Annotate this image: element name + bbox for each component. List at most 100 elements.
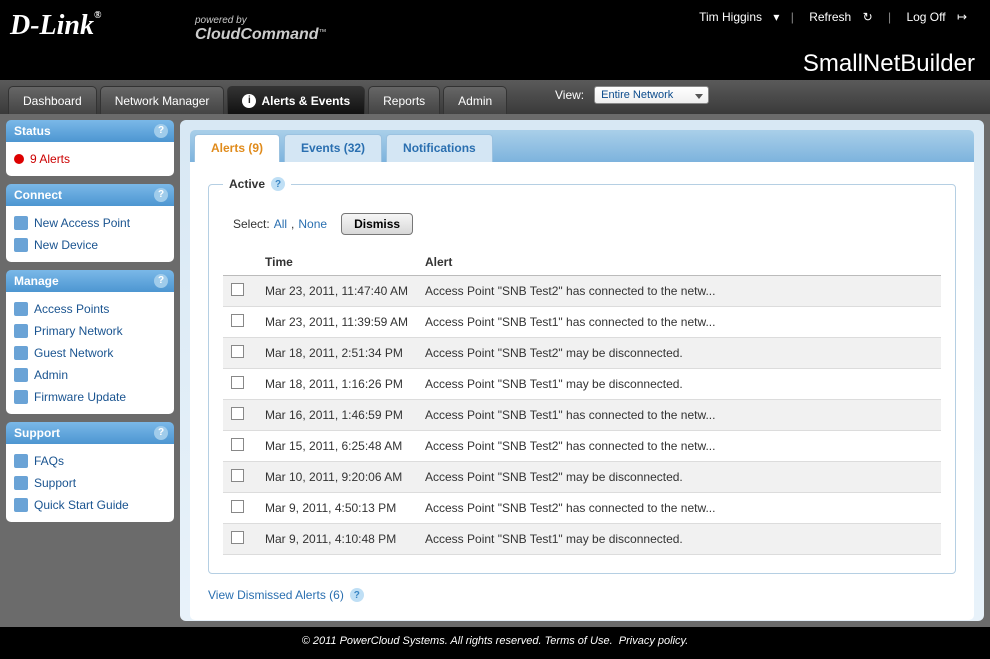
refresh-link[interactable]: Refresh ↻ [805,10,876,24]
col-checkbox [223,249,257,276]
sidebar-alerts-link[interactable]: 9 Alerts [10,148,170,170]
logoff-link[interactable]: Log Off ↦ [902,10,971,24]
footer-privacy[interactable]: Privacy policy [619,635,685,647]
user-icon [14,368,28,382]
manage-panel: Manage? Access Points Primary Network Gu… [6,270,174,414]
tab-notifications[interactable]: Notifications [386,134,493,162]
table-row[interactable]: Mar 15, 2011, 6:25:48 AMAccess Point "SN… [223,431,941,462]
dropdown-icon[interactable]: ▾ [773,10,779,24]
tab-events[interactable]: Events (32) [284,134,382,162]
sidebar-support-link[interactable]: Support [10,472,170,494]
sidebar-faqs[interactable]: FAQs [10,450,170,472]
view-select[interactable]: Entire Network [594,86,709,104]
table-row[interactable]: Mar 23, 2011, 11:39:59 AMAccess Point "S… [223,307,941,338]
cloud-command-logo: powered by CloudCommand™ [195,15,327,44]
help-icon[interactable]: ? [154,274,168,288]
content-tabs: Alerts (9) Events (32) Notifications [190,130,974,162]
row-checkbox[interactable] [231,531,244,544]
row-alert: Access Point "SNB Test2" may be disconne… [417,338,941,369]
footer: © 2011 PowerCloud Systems. All rights re… [0,627,990,659]
sidebar: Status? 9 Alerts Connect? New Access Poi… [6,120,174,621]
table-row[interactable]: Mar 10, 2011, 9:20:06 AMAccess Point "SN… [223,462,941,493]
help-icon[interactable]: ? [271,177,285,191]
connect-panel: Connect? New Access Point New Device [6,184,174,262]
row-checkbox[interactable] [231,469,244,482]
row-checkbox[interactable] [231,376,244,389]
status-panel: Status? 9 Alerts [6,120,174,176]
nav-tab-dashboard[interactable]: Dashboard [8,86,97,114]
row-alert: Access Point "SNB Test1" has connected t… [417,400,941,431]
content-panel: Alerts (9) Events (32) Notifications Act… [180,120,984,621]
row-checkbox[interactable] [231,500,244,513]
network-icon [14,324,28,338]
sidebar-quick-start[interactable]: Quick Start Guide [10,494,170,516]
row-time: Mar 23, 2011, 11:47:40 AM [257,276,417,307]
logoff-icon: ↦ [957,10,967,24]
table-row[interactable]: Mar 9, 2011, 4:10:48 PMAccess Point "SNB… [223,524,941,555]
select-all-link[interactable]: All [274,217,287,231]
row-time: Mar 16, 2011, 1:46:59 PM [257,400,417,431]
device-icon [14,238,28,252]
main-area: Status? 9 Alerts Connect? New Access Poi… [0,114,990,627]
sidebar-primary-network[interactable]: Primary Network [10,320,170,342]
table-row[interactable]: Mar 18, 2011, 1:16:26 PMAccess Point "SN… [223,369,941,400]
row-time: Mar 9, 2011, 4:10:48 PM [257,524,417,555]
help-icon[interactable]: ? [154,426,168,440]
connect-title: Connect [14,188,62,202]
nav-tab-reports[interactable]: Reports [368,86,440,114]
help-icon[interactable]: ? [350,588,364,602]
nav-tab-admin[interactable]: Admin [443,86,507,114]
sidebar-access-points[interactable]: Access Points [10,298,170,320]
footer-terms[interactable]: Terms of Use [545,635,610,647]
alerts-table: Time Alert Mar 23, 2011, 11:47:40 AMAcce… [223,249,941,555]
network-title: SmallNetBuilder [803,50,975,78]
row-checkbox[interactable] [231,314,244,327]
nav-tab-network-manager[interactable]: Network Manager [100,86,225,114]
row-alert: Access Point "SNB Test1" may be disconne… [417,369,941,400]
row-time: Mar 18, 2011, 2:51:34 PM [257,338,417,369]
help-icon[interactable]: ? [154,188,168,202]
row-checkbox[interactable] [231,438,244,451]
view-dismissed-link[interactable]: View Dismissed Alerts (6) ? [208,588,364,602]
footer-copyright: © 2011 PowerCloud Systems. All rights re… [302,635,542,647]
sidebar-firmware-update[interactable]: Firmware Update [10,386,170,408]
gear-icon [14,346,28,360]
view-label: View: [555,88,584,102]
info-icon: i [242,94,256,108]
sidebar-new-access-point[interactable]: New Access Point [10,212,170,234]
status-title: Status [14,124,51,138]
table-row[interactable]: Mar 16, 2011, 1:46:59 PMAccess Point "SN… [223,400,941,431]
header: D-Link® powered by CloudCommand™ Tim Hig… [0,0,990,80]
active-alerts-fieldset: Active ? Select: All, None Dismiss Time … [208,177,956,574]
sidebar-guest-network[interactable]: Guest Network [10,342,170,364]
table-row[interactable]: Mar 18, 2011, 2:51:34 PMAccess Point "SN… [223,338,941,369]
refresh-icon: ↻ [863,10,873,24]
row-checkbox[interactable] [231,283,244,296]
row-time: Mar 10, 2011, 9:20:06 AM [257,462,417,493]
main-nav: Dashboard Network Manager iAlerts & Even… [0,80,990,114]
dismiss-button[interactable]: Dismiss [341,213,413,235]
update-icon [14,390,28,404]
table-row[interactable]: Mar 9, 2011, 4:50:13 PMAccess Point "SNB… [223,493,941,524]
support-title: Support [14,426,60,440]
table-row[interactable]: Mar 23, 2011, 11:47:40 AMAccess Point "S… [223,276,941,307]
help-icon[interactable]: ? [154,124,168,138]
row-alert: Access Point "SNB Test2" has connected t… [417,493,941,524]
row-checkbox[interactable] [231,345,244,358]
manage-title: Manage [14,274,59,288]
select-none-link[interactable]: None [298,217,327,231]
sidebar-admin[interactable]: Admin [10,364,170,386]
wifi-icon [14,216,28,230]
row-checkbox[interactable] [231,407,244,420]
col-time: Time [257,249,417,276]
user-bar: Tim Higgins ▾ | Refresh ↻ | Log Off ↦ [695,10,975,24]
row-time: Mar 18, 2011, 1:16:26 PM [257,369,417,400]
support-panel: Support? FAQs Support Quick Start Guide [6,422,174,522]
row-alert: Access Point "SNB Test1" may be disconne… [417,524,941,555]
tab-alerts[interactable]: Alerts (9) [194,134,280,162]
username-label[interactable]: Tim Higgins [699,10,762,24]
nav-tab-alerts-events[interactable]: iAlerts & Events [227,86,365,114]
active-legend: Active [229,177,265,191]
row-alert: Access Point "SNB Test1" has connected t… [417,307,941,338]
sidebar-new-device[interactable]: New Device [10,234,170,256]
